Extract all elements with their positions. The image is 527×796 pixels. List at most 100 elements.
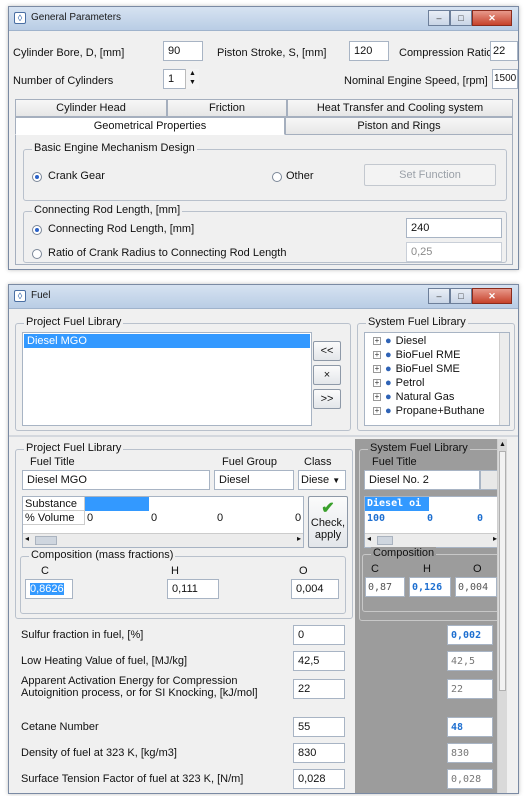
system-property-value: 22 xyxy=(447,679,493,699)
expand-icon[interactable]: + xyxy=(373,365,381,373)
scroll-thumb[interactable] xyxy=(35,536,57,545)
mechanism-design-group: Basic Engine Mechanism Design Crank Gear… xyxy=(23,142,507,201)
system-property-value: 48 xyxy=(447,717,493,737)
scroll-left-icon[interactable]: ◂ xyxy=(367,534,371,543)
compression-ratio-label: Compression Ratio xyxy=(399,47,493,59)
panel-vscrollbar[interactable]: ▲ xyxy=(497,439,507,793)
sys-comp-c-header: C xyxy=(371,563,379,575)
checkmark-icon: ✔ xyxy=(321,500,335,517)
fuel-title-input[interactable]: Diesel MGO xyxy=(22,470,210,490)
fuel-drop-icon: ● xyxy=(385,377,392,389)
set-function-button[interactable]: Set Function xyxy=(364,164,496,186)
other-radio[interactable] xyxy=(272,172,282,182)
system-fuel-tree[interactable]: + ● Diesel + ● BioFuel RME + ● BioFuel SME + ● P… xyxy=(364,332,510,426)
list-item[interactable]: Diesel MGO xyxy=(24,334,310,348)
property-input[interactable]: 55 xyxy=(293,717,345,737)
splitter[interactable] xyxy=(9,435,518,437)
project-fuel-list[interactable]: Diesel MGO xyxy=(22,332,312,426)
move-right-button[interactable]: >> xyxy=(313,389,341,409)
fuel-drop-icon: ● xyxy=(385,363,392,375)
title-bar[interactable]: ◊ General Parameters – □ ✕ xyxy=(9,7,518,31)
tree-item-petrol[interactable]: + ● Petrol xyxy=(373,377,424,389)
ratio-label[interactable]: Ratio of Crank Radius to Connecting Rod … xyxy=(48,247,286,259)
sys-composition-group: Composition C H O 0,87 0,126 0,004 xyxy=(362,547,500,612)
expand-icon[interactable]: + xyxy=(373,393,381,401)
general-parameters-window: ◊ General Parameters – □ ✕ Cylinder Bore… xyxy=(8,6,519,270)
fuel-title-bar[interactable]: ◊ Fuel – □ ✕ xyxy=(9,285,518,309)
rod-length-input[interactable]: 240 xyxy=(406,218,502,238)
ratio-input[interactable]: 0,25 xyxy=(406,242,502,262)
tree-item-biofuel-rme[interactable]: + ● BioFuel RME xyxy=(373,349,460,361)
ratio-radio[interactable] xyxy=(32,249,42,259)
composition-label: Composition (mass fractions) xyxy=(29,549,176,561)
stroke-label: Piston Stroke, S, [mm] xyxy=(217,47,327,59)
check-apply-button[interactable]: ✔ Check, apply xyxy=(308,496,348,548)
rod-length-label[interactable]: Connecting Rod Length, [mm] xyxy=(48,223,194,235)
tree-scrollbar[interactable] xyxy=(499,333,509,425)
maximize-icon[interactable]: □ xyxy=(450,288,472,304)
app-icon: ◊ xyxy=(14,12,26,24)
volume-cell[interactable]: 0 xyxy=(217,511,223,525)
volume-cell[interactable]: 0 xyxy=(295,511,301,525)
tree-item-natural-gas[interactable]: + ● Natural Gas xyxy=(373,391,454,403)
bore-input[interactable]: 90 xyxy=(163,41,203,61)
minimize-icon[interactable]: – xyxy=(428,10,450,26)
other-label[interactable]: Other xyxy=(286,170,314,182)
grid-hscrollbar[interactable]: ◂ ▸ xyxy=(23,533,303,547)
tab-geometrical-properties[interactable]: Geometrical Properties xyxy=(15,117,285,135)
substance-grid[interactable]: Substance % Volume 0 0 0 0 ◂ ▸ xyxy=(22,496,304,548)
tab-friction[interactable]: Friction xyxy=(167,99,287,117)
tree-item-diesel[interactable]: + ● Diesel xyxy=(373,335,426,347)
scroll-thumb[interactable] xyxy=(499,451,506,691)
tab-heat-transfer[interactable]: Heat Transfer and Cooling system xyxy=(287,99,513,117)
system-property-value: 830 xyxy=(447,743,493,763)
property-input[interactable]: 42,5 xyxy=(293,651,345,671)
close-icon[interactable]: ✕ xyxy=(472,10,512,26)
remove-button[interactable]: × xyxy=(313,365,341,385)
expand-icon[interactable]: + xyxy=(373,379,381,387)
window-title: General Parameters xyxy=(31,12,122,23)
sys-grid-hscrollbar[interactable]: ◂ ▸ xyxy=(365,533,499,547)
fuel-group-input[interactable]: Diesel xyxy=(214,470,294,490)
compression-ratio-input[interactable]: 22 xyxy=(490,41,518,61)
expand-icon[interactable]: + xyxy=(373,407,381,415)
tab-cylinder-head[interactable]: Cylinder Head xyxy=(15,99,167,117)
engine-speed-input[interactable]: 1500 xyxy=(492,69,518,89)
sys-composition-label: Composition xyxy=(371,547,437,559)
comp-o-header: O xyxy=(299,565,308,577)
expand-icon[interactable]: + xyxy=(373,351,381,359)
minimize-icon[interactable]: – xyxy=(428,288,450,304)
stroke-input[interactable]: 120 xyxy=(349,41,389,61)
comp-o-input[interactable]: 0,004 xyxy=(291,579,339,599)
system-fuel-library-group: System Fuel Library + ● Diesel + ● BioFuel R… xyxy=(357,316,515,431)
maximize-icon[interactable]: □ xyxy=(450,10,472,26)
close-icon[interactable]: ✕ xyxy=(472,288,512,304)
substance-cell-selected[interactable] xyxy=(85,497,149,511)
volume-cell[interactable]: 0 xyxy=(151,511,157,525)
scroll-up-icon[interactable]: ▲ xyxy=(499,441,506,448)
rod-length-radio[interactable] xyxy=(32,225,42,235)
property-label: Density of fuel at 323 K, [kg/m3] xyxy=(21,747,177,759)
scroll-right-icon[interactable]: ▸ xyxy=(297,534,301,543)
cylinders-spinner-icon[interactable]: ▲ ▼ xyxy=(185,69,199,89)
property-input[interactable]: 0 xyxy=(293,625,345,645)
comp-c-input[interactable]: 0,8626 xyxy=(25,579,73,599)
sys-comp-o-header: O xyxy=(473,563,482,575)
tab-piston-and-rings[interactable]: Piston and Rings xyxy=(285,117,513,135)
tree-item-propane-buthane[interactable]: + ● Propane+Buthane xyxy=(373,405,485,417)
dropdown-arrow-icon[interactable]: ▼ xyxy=(332,476,340,485)
crank-gear-label[interactable]: Crank Gear xyxy=(48,170,105,182)
class-select[interactable]: Diese ▼ xyxy=(298,470,346,490)
property-input[interactable]: 0,028 xyxy=(293,769,345,789)
scroll-thumb[interactable] xyxy=(377,536,393,545)
property-input[interactable]: 22 xyxy=(293,679,345,699)
tree-item-biofuel-sme[interactable]: + ● BioFuel SME xyxy=(373,363,460,375)
scroll-left-icon[interactable]: ◂ xyxy=(25,534,29,543)
move-left-button[interactable]: << xyxy=(313,341,341,361)
sys-substance-cell: Diesel oi xyxy=(365,497,429,511)
crank-gear-radio[interactable] xyxy=(32,172,42,182)
expand-icon[interactable]: + xyxy=(373,337,381,345)
property-input[interactable]: 830 xyxy=(293,743,345,763)
comp-h-input[interactable]: 0,111 xyxy=(167,579,219,599)
volume-cell[interactable]: 0 xyxy=(87,511,93,525)
